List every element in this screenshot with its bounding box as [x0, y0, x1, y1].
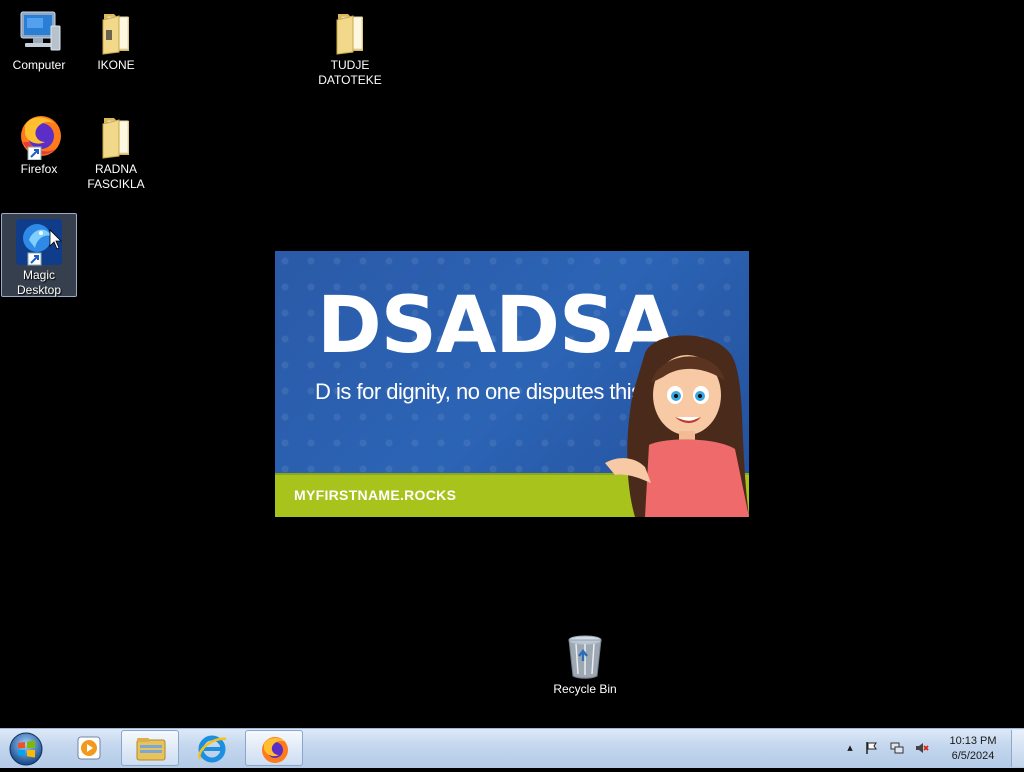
firefox-icon [262, 737, 288, 763]
desktop-icon-label: IKONE [97, 58, 135, 72]
notification-area: ▴ [840, 729, 940, 768]
recycle-bin-icon [568, 635, 602, 679]
taskbar-internet-explorer-button[interactable] [183, 730, 241, 766]
folder-icon [336, 14, 363, 55]
clock-time: 10:13 PM [949, 735, 997, 747]
magic-desktop-icon [16, 219, 62, 266]
desktop-icon-label: Computer [12, 58, 66, 72]
cartoon-girl-illustration [605, 335, 749, 517]
firefox-icon [21, 116, 61, 160]
taskbar: ▴ 10:13 PM 6/5/2024 [0, 728, 1024, 768]
desktop-icon-label: Recycle Bin [553, 682, 617, 696]
desktop-icon-tudje-datoteke[interactable]: TUDJE DATOTEKE [312, 4, 388, 88]
desktop-icon-recycle-bin[interactable]: Recycle Bin [547, 628, 623, 697]
taskbar-file-explorer-button[interactable] [121, 730, 179, 766]
start-button[interactable] [4, 730, 48, 767]
desktop: Computer IKONE TUDJE DATOTEKE Firefox RA… [0, 0, 1024, 728]
wallpaper-site-label: MYFIRSTNAME.ROCKS [294, 487, 457, 503]
desktop-icon-firefox[interactable]: Firefox [1, 108, 77, 177]
file-explorer-icon [136, 738, 166, 761]
media-player-icon [77, 736, 101, 760]
desktop-icon-magic-desktop[interactable]: Magic Desktop [1, 213, 77, 297]
taskbar-firefox-button[interactable] [245, 730, 303, 766]
folder-icon [102, 118, 129, 159]
desktop-icon-label: Magic Desktop [16, 268, 62, 297]
desktop-icon-radna-fascikla[interactable]: RADNA FASCIKLA [78, 108, 154, 192]
windows-start-icon [9, 732, 43, 766]
volume-muted-icon[interactable] [915, 741, 929, 755]
desktop-icon-label: TUDJE DATOTEKE [318, 58, 382, 87]
desktop-icon-label: RADNA FASCIKLA [87, 162, 145, 191]
system-clock[interactable]: 10:13 PM 6/5/2024 [940, 734, 1006, 764]
computer-icon [20, 11, 61, 51]
network-icon[interactable] [890, 741, 904, 755]
folder-icon [102, 14, 129, 55]
show-desktop-button[interactable] [1011, 730, 1024, 767]
internet-explorer-icon [198, 735, 227, 763]
clock-date: 6/5/2024 [951, 750, 995, 762]
wallpaper-name-banner: DSADSA D is for dignity, no one disputes… [275, 251, 749, 517]
desktop-icon-computer[interactable]: Computer [1, 4, 77, 73]
taskbar-media-player-button[interactable] [60, 730, 118, 766]
desktop-icon-ikone[interactable]: IKONE [78, 4, 154, 73]
desktop-icon-label: Firefox [20, 162, 58, 176]
show-hidden-icons-arrow[interactable]: ▴ [843, 741, 857, 755]
action-center-flag-icon[interactable] [865, 741, 879, 755]
